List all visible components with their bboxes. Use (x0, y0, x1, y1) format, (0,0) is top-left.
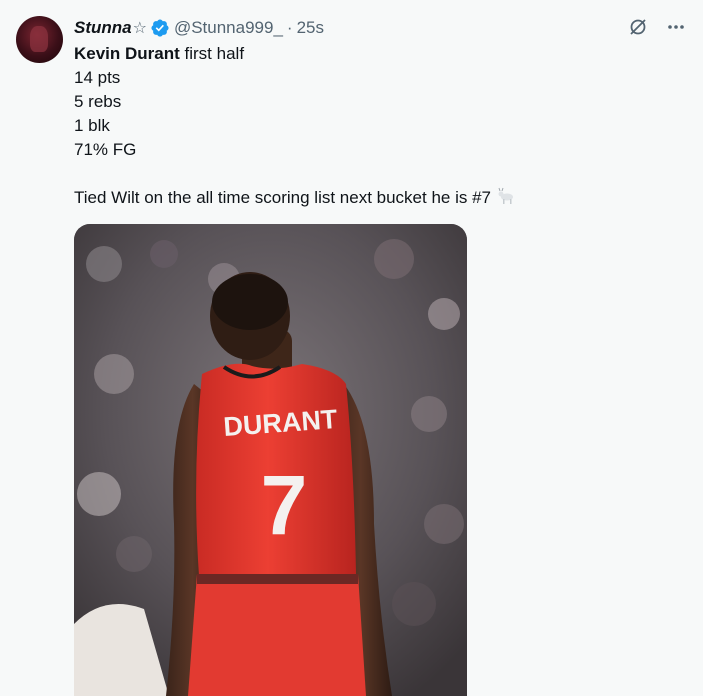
avatar[interactable] (16, 16, 63, 63)
tweet[interactable]: Stunna ☆ @Stunna999_ · 25s Kevin Durant … (0, 0, 703, 696)
goat-emoji-icon (498, 187, 513, 204)
text-fragment: Tied Wilt on the all time scoring list n… (74, 188, 491, 207)
author-badge: ☆ (132, 20, 147, 37)
tweet-top-actions (627, 16, 687, 38)
stat-fg: 71% FG (74, 140, 137, 159)
verified-badge-icon[interactable] (150, 18, 170, 38)
tweet-text: Kevin Durant first half 14 pts 5 rebs 1 … (74, 42, 684, 210)
author-name[interactable]: Stunna (74, 18, 132, 38)
timestamp[interactable]: 25s (297, 18, 324, 38)
player-photo: DURANT 7 (74, 224, 467, 696)
mention-name: Kevin Durant (74, 44, 180, 63)
tweet-photo[interactable]: DURANT 7 (74, 224, 467, 696)
stat-blocks: 1 blk (74, 116, 110, 135)
jersey-number: 7 (261, 458, 308, 552)
text-line: Kevin Durant first half (74, 42, 684, 66)
author-handle[interactable]: @Stunna999_ (174, 18, 283, 38)
stat-rebounds: 5 rebs (74, 92, 122, 111)
grok-icon[interactable] (627, 16, 649, 38)
more-icon[interactable] (665, 16, 687, 38)
stat-points: 14 pts (74, 68, 121, 87)
tweet-header: Stunna ☆ @Stunna999_ · 25s (74, 17, 324, 39)
separator: · (286, 18, 293, 37)
text-line: Tied Wilt on the all time scoring list n… (74, 186, 684, 210)
text-fragment: first half (179, 44, 245, 63)
